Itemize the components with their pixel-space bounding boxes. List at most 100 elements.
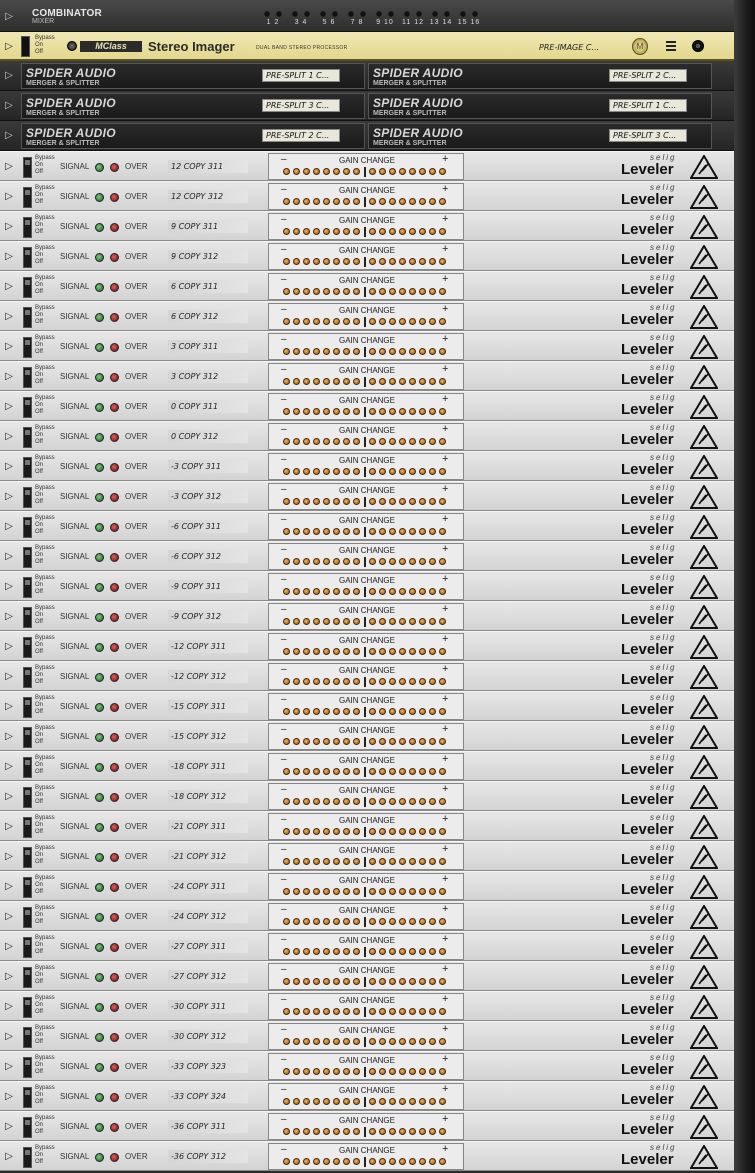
fold-toggle-icon[interactable]: ▷ <box>2 99 16 113</box>
bypass-switch[interactable] <box>23 727 32 748</box>
bypass-switch[interactable] <box>23 547 32 568</box>
patch-name-display[interactable]: 12 COPY 311 <box>168 160 248 173</box>
patch-name-display[interactable]: -21 COPY 312 <box>168 850 248 863</box>
fold-toggle-icon[interactable]: ▷ <box>2 129 16 143</box>
patch-name-display[interactable]: 3 COPY 312 <box>168 370 248 383</box>
fold-toggle-icon[interactable]: ▷ <box>2 310 16 324</box>
patch-name-display[interactable]: -18 COPY 312 <box>168 790 248 803</box>
patch-name-display[interactable]: 6 COPY 312 <box>168 310 248 323</box>
fold-toggle-icon[interactable]: ▷ <box>2 1120 16 1134</box>
patch-name-display[interactable]: 3 COPY 311 <box>168 340 248 353</box>
fold-toggle-icon[interactable]: ▷ <box>2 340 16 354</box>
patch-name-display[interactable]: -36 COPY 311 <box>168 1120 248 1133</box>
patch-name-display[interactable]: -18 COPY 311 <box>168 760 248 773</box>
bypass-switch[interactable] <box>23 817 32 838</box>
bypass-switch[interactable] <box>23 997 32 1018</box>
patch-name-display[interactable]: -27 COPY 311 <box>168 940 248 953</box>
patch-name-display[interactable]: -36 COPY 312 <box>168 1150 248 1163</box>
patch-name-display[interactable]: -33 COPY 324 <box>168 1090 248 1103</box>
patch-name-display[interactable]: 0 COPY 312 <box>168 430 248 443</box>
bypass-switch[interactable] <box>23 427 32 448</box>
patch-name-display[interactable]: -6 COPY 311 <box>168 520 248 533</box>
bypass-switch[interactable] <box>23 697 32 718</box>
fold-toggle-icon[interactable]: ▷ <box>2 820 16 834</box>
bypass-switch[interactable] <box>23 367 32 388</box>
bypass-switch[interactable] <box>23 667 32 688</box>
patch-name-display[interactable]: -9 COPY 312 <box>168 610 248 623</box>
bypass-switch[interactable] <box>23 637 32 658</box>
patch-name-display[interactable]: PRE-SPLIT 2 C... <box>609 69 687 82</box>
patch-name-display[interactable]: -15 COPY 311 <box>168 700 248 713</box>
patch-name-display[interactable]: 9 COPY 311 <box>168 220 248 233</box>
bypass-switch[interactable] <box>23 967 32 988</box>
patch-name-display[interactable]: -21 COPY 311 <box>168 820 248 833</box>
fold-toggle-icon[interactable]: ▷ <box>2 700 16 714</box>
bypass-switch[interactable] <box>23 457 32 478</box>
fold-toggle-icon[interactable]: ▷ <box>2 850 16 864</box>
fold-toggle-icon[interactable]: ▷ <box>2 280 16 294</box>
bypass-switch[interactable] <box>23 1147 32 1168</box>
fold-toggle-icon[interactable]: ▷ <box>2 1000 16 1014</box>
fold-toggle-icon[interactable]: ▷ <box>2 730 16 744</box>
bypass-switch[interactable] <box>23 217 32 238</box>
patch-name-display[interactable]: PRE-SPLIT 1 C... <box>609 99 687 112</box>
save-patch-icon[interactable] <box>692 40 704 52</box>
patch-name-display[interactable]: -15 COPY 312 <box>168 730 248 743</box>
fold-toggle-icon[interactable]: ▷ <box>2 520 16 534</box>
fold-toggle-icon[interactable]: ▷ <box>2 1090 16 1104</box>
fold-toggle-icon[interactable]: ▷ <box>2 430 16 444</box>
bypass-switch[interactable] <box>23 487 32 508</box>
patch-name-display[interactable]: -12 COPY 311 <box>168 640 248 653</box>
fold-toggle-icon[interactable]: ▷ <box>2 1030 16 1044</box>
bypass-switch[interactable] <box>23 247 32 268</box>
patch-name-display[interactable]: PRE-IMAGE C... <box>536 41 614 54</box>
patch-name-display[interactable]: -9 COPY 311 <box>168 580 248 593</box>
patch-name-display[interactable]: PRE-SPLIT 3 C... <box>609 129 687 142</box>
fold-toggle-icon[interactable]: ▷ <box>2 940 16 954</box>
fold-toggle-icon[interactable]: ▷ <box>2 1150 16 1164</box>
bypass-switch[interactable] <box>23 847 32 868</box>
bypass-switch[interactable] <box>23 277 32 298</box>
fold-toggle-icon[interactable]: ▷ <box>2 220 16 234</box>
bypass-switch[interactable] <box>23 1117 32 1138</box>
bypass-switch[interactable] <box>21 36 30 57</box>
patch-name-display[interactable]: -30 COPY 311 <box>168 1000 248 1013</box>
bypass-switch[interactable] <box>23 157 32 178</box>
fold-toggle-icon[interactable]: ▷ <box>2 550 16 564</box>
fold-toggle-icon[interactable]: ▷ <box>2 160 16 174</box>
patch-name-display[interactable]: 6 COPY 311 <box>168 280 248 293</box>
patch-name-display[interactable]: -6 COPY 312 <box>168 550 248 563</box>
bypass-switch[interactable] <box>23 1057 32 1078</box>
bypass-switch[interactable] <box>23 1027 32 1048</box>
patch-name-display[interactable]: PRE-SPLIT 3 C... <box>262 99 340 112</box>
fold-toggle-icon[interactable]: ▷ <box>2 580 16 594</box>
fold-toggle-icon[interactable]: ▷ <box>2 69 16 83</box>
fold-toggle-icon[interactable]: ▷ <box>2 970 16 984</box>
patch-name-display[interactable]: 0 COPY 311 <box>168 400 248 413</box>
patch-name-display[interactable]: PRE-SPLIT 2 C... <box>262 129 340 142</box>
fold-toggle-icon[interactable]: ▷ <box>2 490 16 504</box>
patch-name-display[interactable]: -27 COPY 312 <box>168 970 248 983</box>
fold-toggle-icon[interactable]: ▷ <box>2 250 16 264</box>
bypass-switch[interactable] <box>23 187 32 208</box>
patch-name-display[interactable]: -33 COPY 323 <box>168 1060 248 1073</box>
bypass-switch[interactable] <box>23 517 32 538</box>
bypass-switch[interactable] <box>23 877 32 898</box>
bypass-switch[interactable] <box>23 1087 32 1108</box>
fold-toggle-icon[interactable]: ▷ <box>2 370 16 384</box>
patch-name-display[interactable]: -30 COPY 312 <box>168 1030 248 1043</box>
fold-toggle-icon[interactable]: ▷ <box>2 40 16 54</box>
bypass-switch[interactable] <box>23 307 32 328</box>
bypass-switch[interactable] <box>23 337 32 358</box>
patch-name-display[interactable]: -3 COPY 312 <box>168 490 248 503</box>
rack-scrollbar[interactable] <box>734 0 755 1173</box>
bypass-switch[interactable] <box>23 937 32 958</box>
bypass-switch[interactable] <box>23 787 32 808</box>
fold-toggle-icon[interactable]: ▷ <box>2 1060 16 1074</box>
patch-name-display[interactable]: -3 COPY 311 <box>168 460 248 473</box>
bypass-switch[interactable] <box>23 607 32 628</box>
fold-toggle-icon[interactable]: ▷ <box>2 400 16 414</box>
bypass-switch[interactable] <box>23 907 32 928</box>
fold-toggle-icon[interactable]: ▷ <box>2 640 16 654</box>
bypass-switch[interactable] <box>23 397 32 418</box>
